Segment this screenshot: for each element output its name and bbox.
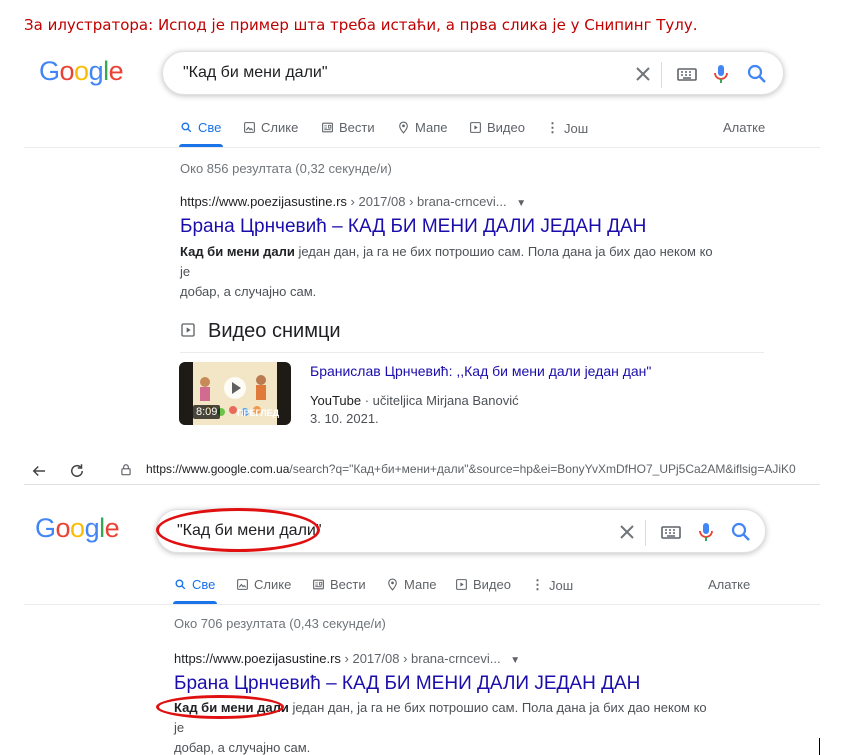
tab-all[interactable]: Све: [180, 120, 221, 135]
result-stats: Око 856 резултата (0,32 секунде/и): [180, 161, 392, 176]
reload-icon[interactable]: [68, 462, 86, 480]
keyboard-icon[interactable]: [659, 520, 683, 544]
tab-tools[interactable]: Алатке: [723, 120, 765, 135]
caret-down-icon[interactable]: ▼: [516, 198, 526, 209]
news-icon: [322, 122, 333, 133]
videos-heading: Видео снимци: [208, 320, 341, 342]
result-title-link[interactable]: Брана Црнчевић – КАД БИ МЕНИ ДАЛИ ЈЕДАН …: [180, 216, 646, 238]
video-preview-label: ПРЕГЛЕД: [237, 408, 280, 418]
search-icon: [175, 579, 186, 590]
highlight-circle-snippet: [156, 695, 284, 719]
clear-icon[interactable]: [631, 62, 655, 86]
tab-images[interactable]: Слике: [236, 577, 291, 592]
result-url[interactable]: https://www.poezijasustine.rs › 2017/08 …: [180, 194, 526, 209]
video-title-link[interactable]: Бранислав Црнчевић: ,,Кад би мени дали ј…: [310, 363, 651, 379]
map-pin-icon: [388, 578, 397, 591]
highlight-circle-query: [156, 508, 320, 552]
tab-news[interactable]: Вести: [312, 577, 366, 592]
search-icon: [181, 122, 192, 133]
video-thumbnail[interactable]: 8:09 ПРЕГЛЕД: [179, 362, 291, 425]
video-section-icon: [181, 323, 195, 337]
tab-all[interactable]: Све: [174, 577, 215, 592]
browser-toolbar: https://www.google.com.ua/search?q="Кад+…: [24, 457, 820, 485]
google-logo[interactable]: Google: [39, 56, 124, 87]
video-duration: 8:09: [193, 405, 221, 419]
search-box[interactable]: "Кад би мени дали": [162, 51, 784, 95]
result-snippet: Кад би мени дали један дан, ја га не бих…: [180, 244, 713, 299]
more-dots-icon: ⋮: [531, 577, 544, 592]
google-logo[interactable]: Google: [35, 513, 120, 544]
map-pin-icon: [399, 121, 408, 134]
result-title-link[interactable]: Брана Црнчевић – КАД БИ МЕНИ ДАЛИ ЈЕДАН …: [174, 673, 640, 695]
tab-images[interactable]: Слике: [243, 120, 298, 135]
microphone-icon[interactable]: [694, 520, 718, 544]
illustrator-note: За илустратора: Испод је пример шта треб…: [24, 16, 698, 34]
keyboard-icon[interactable]: [675, 62, 699, 86]
tab-videos[interactable]: Видео: [455, 577, 511, 592]
divider: [24, 147, 820, 148]
tab-maps[interactable]: Мапе: [397, 120, 447, 135]
video-icon: [470, 122, 481, 133]
search-tabs: Све Слике Вести Мапе Видео ⋮ Још Алатке: [180, 120, 780, 140]
divider: [180, 352, 764, 353]
news-icon: [313, 579, 324, 590]
tab-maps[interactable]: Мапе: [386, 577, 436, 592]
image-icon: [237, 579, 248, 590]
tab-more[interactable]: ⋮ Још: [531, 577, 573, 593]
tab-videos[interactable]: Видео: [469, 120, 525, 135]
search-icon[interactable]: [729, 520, 753, 544]
search-icon[interactable]: [745, 62, 769, 86]
search-tabs: Све Слике Вести Мапе Видео ⋮ Још Алатке: [174, 577, 774, 597]
video-meta: YouTube · učiteljica Mirjana Banović 3. …: [310, 393, 519, 426]
more-dots-icon: ⋮: [546, 120, 559, 135]
back-arrow-icon[interactable]: [30, 462, 48, 480]
lock-icon[interactable]: [119, 463, 133, 477]
tab-news[interactable]: Вести: [321, 120, 375, 135]
clear-icon[interactable]: [615, 520, 639, 544]
search-input[interactable]: "Кад би мени дали": [183, 64, 328, 82]
result-url[interactable]: https://www.poezijasustine.rs › 2017/08 …: [174, 651, 520, 666]
image-icon: [244, 122, 255, 133]
result-stats: Око 706 резултата (0,43 секунде/и): [174, 616, 386, 631]
caret-down-icon[interactable]: ▼: [510, 655, 520, 666]
divider: [24, 604, 820, 605]
text-cursor: [819, 738, 820, 755]
tab-tools[interactable]: Алатке: [708, 577, 750, 592]
video-icon: [456, 579, 467, 590]
tab-more[interactable]: ⋮ Још: [546, 120, 588, 136]
address-bar[interactable]: https://www.google.com.ua/search?q="Кад+…: [146, 462, 796, 476]
microphone-icon[interactable]: [709, 62, 733, 86]
